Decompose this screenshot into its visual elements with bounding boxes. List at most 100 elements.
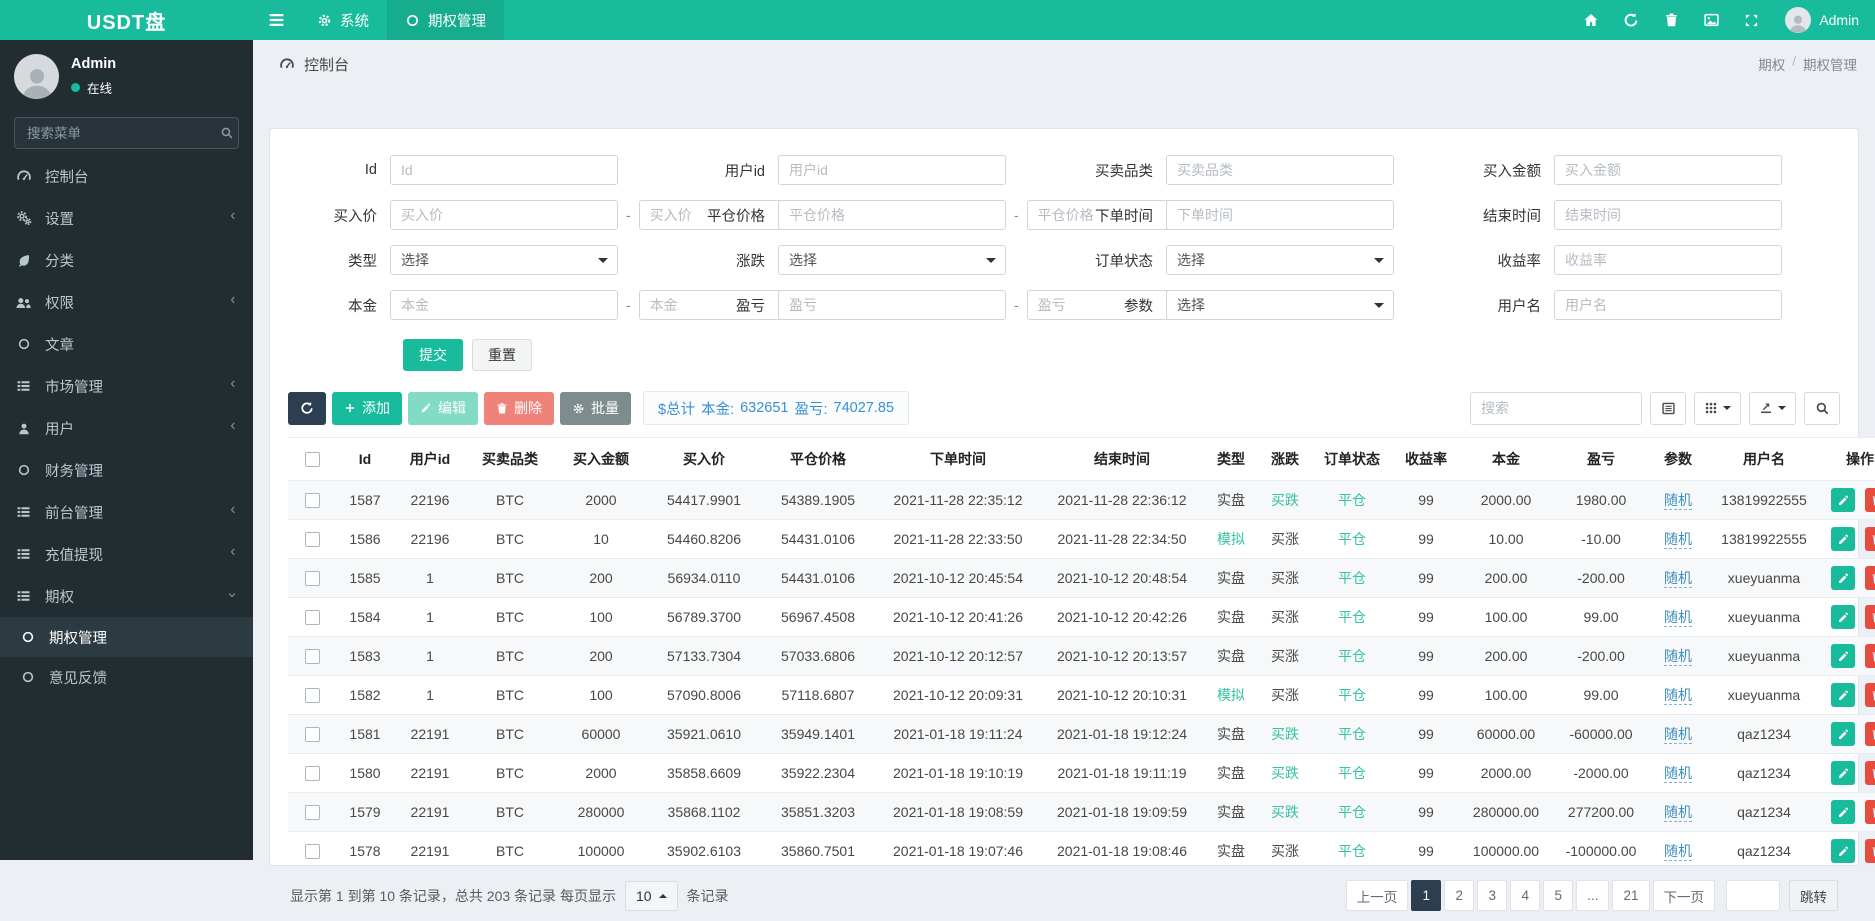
username-input[interactable] [1554,290,1782,320]
table-row[interactable]: 157922191BTC28000035868.110235851.320320… [288,793,1875,832]
table-row[interactable]: 158122191BTC6000035921.061035949.1401202… [288,715,1875,754]
row-edit-button[interactable] [1831,488,1855,512]
sidebar-item-deposit-withdraw[interactable]: 充值提现 [0,533,253,575]
jump-button[interactable]: 跳转 [1789,880,1838,911]
sidebar-item-market[interactable]: 市场管理 [0,365,253,407]
param-link[interactable]: 随机 [1664,609,1692,627]
sidebar-item-dashboard[interactable]: 控制台 [0,155,253,197]
navbar-username[interactable]: Admin [1819,12,1859,28]
type-select[interactable]: 选择 [390,245,618,275]
table-row[interactable]: 15821BTC10057090.800657118.68072021-10-1… [288,676,1875,715]
column-header[interactable]: 类型 [1204,438,1258,481]
direction-select[interactable]: 选择 [778,245,1006,275]
sidebar-item-finance[interactable]: 财务管理 [0,449,253,491]
refresh-button[interactable] [288,392,326,425]
sidebar-item-options-manage[interactable]: 期权管理 [0,617,253,657]
prev-page-button[interactable]: 上一页 [1346,880,1409,911]
column-header[interactable]: 下单时间 [876,438,1040,481]
row-edit-button[interactable] [1831,644,1855,668]
row-delete-button[interactable] [1865,683,1875,707]
column-header[interactable]: 平仓价格 [760,438,876,481]
batch-button[interactable]: 批量 [560,392,631,425]
id-input[interactable] [390,155,618,185]
reset-button[interactable]: 重置 [472,339,532,371]
sidebar-search-input[interactable] [15,118,216,148]
row-checkbox[interactable] [305,805,320,820]
close-price-min-input[interactable] [778,200,1006,230]
row-checkbox[interactable] [305,493,320,508]
sidebar-item-category[interactable]: 分类 [0,239,253,281]
fullscreen-icon[interactable] [1731,0,1771,40]
jump-page-input[interactable] [1726,880,1780,911]
page-button-3[interactable]: 3 [1477,880,1507,911]
column-header[interactable]: 涨跌 [1258,438,1312,481]
row-edit-button[interactable] [1831,800,1855,824]
row-edit-button[interactable] [1831,722,1855,746]
column-header[interactable]: 用户名 [1706,438,1822,481]
delete-button[interactable]: 删除 [484,392,554,425]
row-checkbox[interactable] [305,766,320,781]
row-edit-button[interactable] [1831,527,1855,551]
user-id-input[interactable] [778,155,1006,185]
sidebar-item-frontend[interactable]: 前台管理 [0,491,253,533]
column-header[interactable]: 用户id [394,438,466,481]
row-checkbox[interactable] [305,571,320,586]
column-header[interactable]: Id [336,438,394,481]
rate-input[interactable] [1554,245,1782,275]
row-delete-button[interactable] [1865,527,1875,551]
end-time-input[interactable] [1554,200,1782,230]
buy-price-min-input[interactable] [390,200,618,230]
ellipsis-page-button[interactable]: ... [1576,880,1609,911]
row-checkbox[interactable] [305,844,320,859]
select-all-checkbox[interactable] [305,452,320,467]
row-checkbox[interactable] [305,727,320,742]
param-link[interactable]: 随机 [1664,648,1692,666]
param-link[interactable]: 随机 [1664,531,1692,549]
row-checkbox[interactable] [305,649,320,664]
row-delete-button[interactable] [1865,488,1875,512]
row-edit-button[interactable] [1831,839,1855,863]
order-time-input[interactable] [1166,200,1394,230]
table-row[interactable]: 15841BTC10056789.370056967.45082021-10-1… [288,598,1875,637]
advanced-search-button[interactable] [1804,392,1840,425]
theme-icon[interactable] [1691,0,1731,40]
edit-button[interactable]: 编辑 [408,392,478,425]
param-link[interactable]: 随机 [1664,843,1692,861]
row-checkbox[interactable] [305,532,320,547]
search-icon[interactable] [216,118,238,148]
detail-view-button[interactable] [1650,392,1686,425]
param-link[interactable]: 随机 [1664,570,1692,588]
table-row[interactable]: 158022191BTC200035858.660935922.23042021… [288,754,1875,793]
column-header[interactable]: 盈亏 [1552,438,1650,481]
order-status-select[interactable]: 选择 [1166,245,1394,275]
sidebar-item-settings[interactable]: 设置 [0,197,253,239]
column-header[interactable]: 买卖品类 [466,438,554,481]
refresh-icon[interactable] [1611,0,1651,40]
page-button-4[interactable]: 4 [1510,880,1540,911]
row-delete-button[interactable] [1865,605,1875,629]
sidebar-item-options[interactable]: 期权 [0,575,253,617]
row-edit-button[interactable] [1831,761,1855,785]
row-delete-button[interactable] [1865,566,1875,590]
table-row[interactable]: 15851BTC20056934.011054431.01062021-10-1… [288,559,1875,598]
row-delete-button[interactable] [1865,644,1875,668]
table-search-input[interactable] [1470,392,1642,425]
nav-tab-system[interactable]: 系统 [299,0,387,40]
sidebar-avatar[interactable] [14,54,59,99]
sidebar-item-users[interactable]: 用户 [0,407,253,449]
sidebar-item-permissions[interactable]: 权限 [0,281,253,323]
page-button-2[interactable]: 2 [1444,880,1474,911]
row-delete-button[interactable] [1865,839,1875,863]
next-page-button[interactable]: 下一页 [1653,880,1716,911]
export-button[interactable] [1749,392,1796,425]
pnl-min-input[interactable] [778,290,1006,320]
table-row[interactable]: 158622196BTC1054460.820654431.01062021-1… [288,520,1875,559]
page-button-1[interactable]: 1 [1411,880,1441,911]
sidebar-item-articles[interactable]: 文章 [0,323,253,365]
buy-amount-input[interactable] [1554,155,1782,185]
param-link[interactable]: 随机 [1664,804,1692,822]
param-link[interactable]: 随机 [1664,765,1692,783]
page-button-5[interactable]: 5 [1543,880,1573,911]
submit-button[interactable]: 提交 [403,339,463,371]
nav-tab-options-manage[interactable]: 期权管理 [387,0,504,40]
